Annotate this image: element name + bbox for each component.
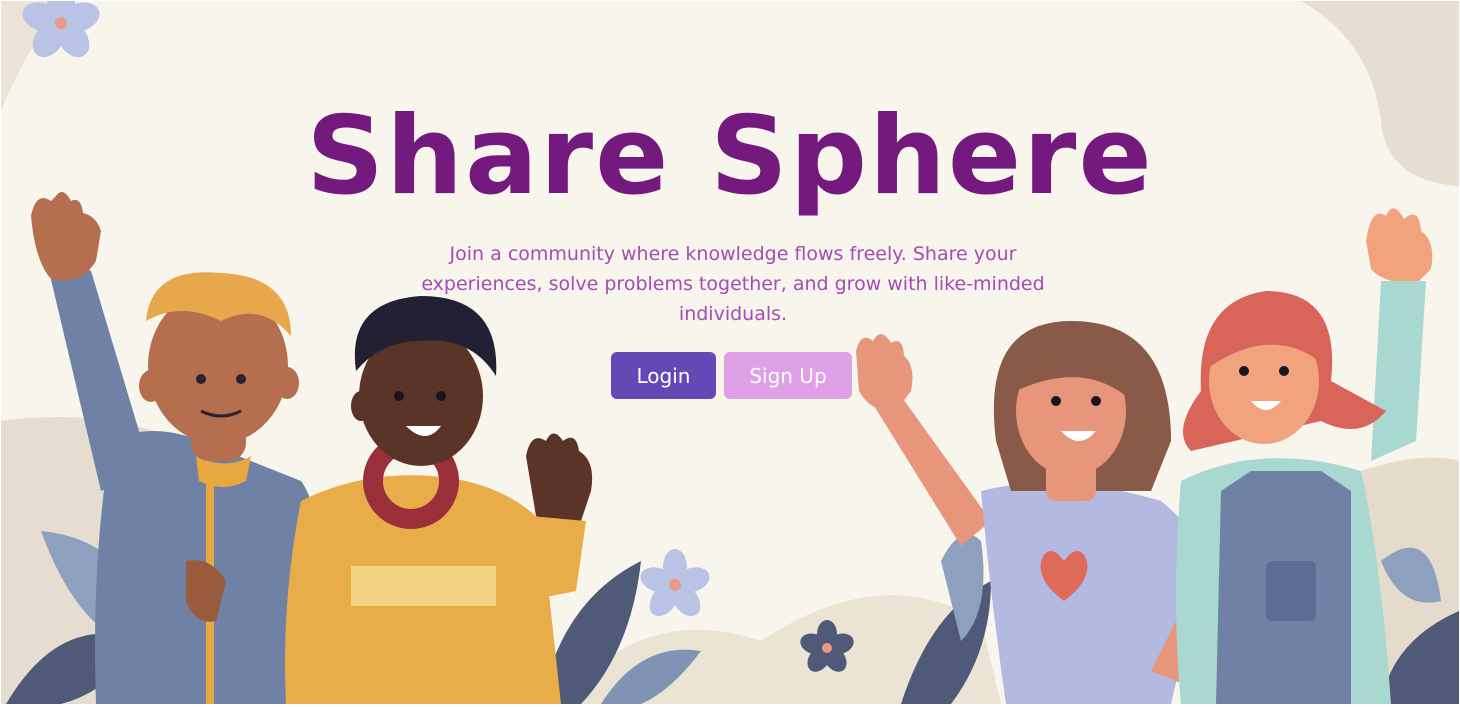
hero-section: Share Sphere Join a community where know… xyxy=(1,1,1459,704)
tagline: Join a community where knowledge flows f… xyxy=(421,243,1045,325)
sign-up-button[interactable]: Sign Up xyxy=(724,352,852,399)
login-button[interactable]: Login xyxy=(611,352,716,399)
page-title: Share Sphere xyxy=(306,94,1154,219)
smiling-boy-headphones xyxy=(285,296,593,704)
